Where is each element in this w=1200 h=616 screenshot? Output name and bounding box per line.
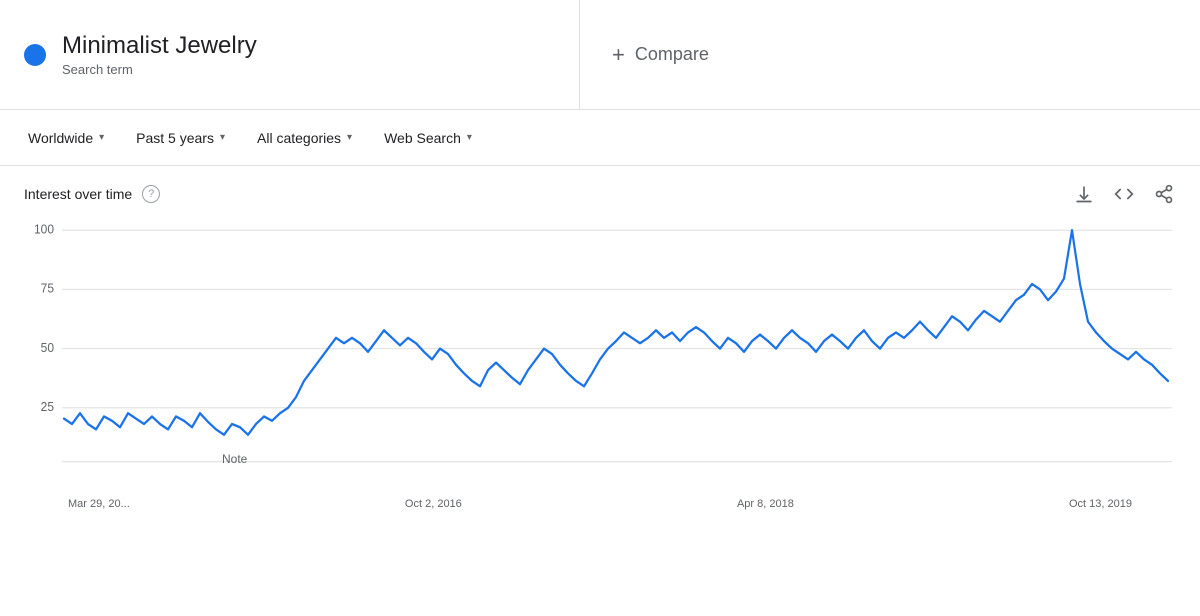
term-color-dot	[24, 44, 46, 66]
term-label: Search term	[62, 62, 257, 77]
chart-actions	[1072, 182, 1176, 206]
note-label: Note	[222, 452, 247, 466]
time-filter[interactable]: Past 5 years ▾	[124, 124, 237, 152]
type-chevron-icon: ▾	[467, 132, 472, 143]
region-chevron-icon: ▾	[99, 132, 104, 143]
chart-title: Interest over time	[24, 186, 132, 202]
filters-bar: Worldwide ▾ Past 5 years ▾ All categorie…	[0, 110, 1200, 166]
svg-text:100: 100	[34, 222, 54, 237]
compare-button[interactable]: + Compare	[612, 42, 709, 68]
chart-section: Interest over time ?	[0, 166, 1200, 526]
header: Minimalist Jewelry Search term + Compare	[0, 0, 1200, 110]
embed-icon[interactable]	[1112, 182, 1136, 206]
download-icon[interactable]	[1072, 182, 1096, 206]
term-info: Minimalist Jewelry Search term	[62, 32, 257, 78]
search-term-section: Minimalist Jewelry Search term	[0, 0, 580, 109]
svg-text:75: 75	[41, 281, 54, 296]
x-label-1: Oct 2, 2016	[405, 498, 462, 510]
svg-text:25: 25	[41, 400, 54, 415]
category-filter[interactable]: All categories ▾	[245, 124, 364, 152]
term-name: Minimalist Jewelry	[62, 32, 257, 61]
help-icon[interactable]: ?	[142, 185, 160, 203]
chart-header: Interest over time ?	[24, 182, 1176, 206]
chart-wrapper: 100 75 50 25 Note	[24, 214, 1176, 494]
category-chevron-icon: ▾	[347, 132, 352, 143]
x-label-0: Mar 29, 20...	[68, 498, 130, 510]
compare-label: Compare	[635, 44, 709, 65]
compare-section: + Compare	[580, 0, 1200, 109]
x-axis-labels: Mar 29, 20... Oct 2, 2016 Apr 8, 2018 Oc…	[24, 494, 1176, 510]
type-filter[interactable]: Web Search ▾	[372, 124, 484, 152]
chart-title-area: Interest over time ?	[24, 185, 160, 203]
share-icon[interactable]	[1152, 182, 1176, 206]
compare-plus-icon: +	[612, 42, 625, 68]
type-label: Web Search	[384, 130, 461, 146]
time-chevron-icon: ▾	[220, 132, 225, 143]
svg-text:50: 50	[41, 340, 54, 355]
region-label: Worldwide	[28, 130, 93, 146]
x-label-2: Apr 8, 2018	[737, 498, 794, 510]
region-filter[interactable]: Worldwide ▾	[16, 124, 116, 152]
time-label: Past 5 years	[136, 130, 214, 146]
x-label-3: Oct 13, 2019	[1069, 498, 1132, 510]
trend-chart: 100 75 50 25	[24, 214, 1176, 494]
category-label: All categories	[257, 130, 341, 146]
